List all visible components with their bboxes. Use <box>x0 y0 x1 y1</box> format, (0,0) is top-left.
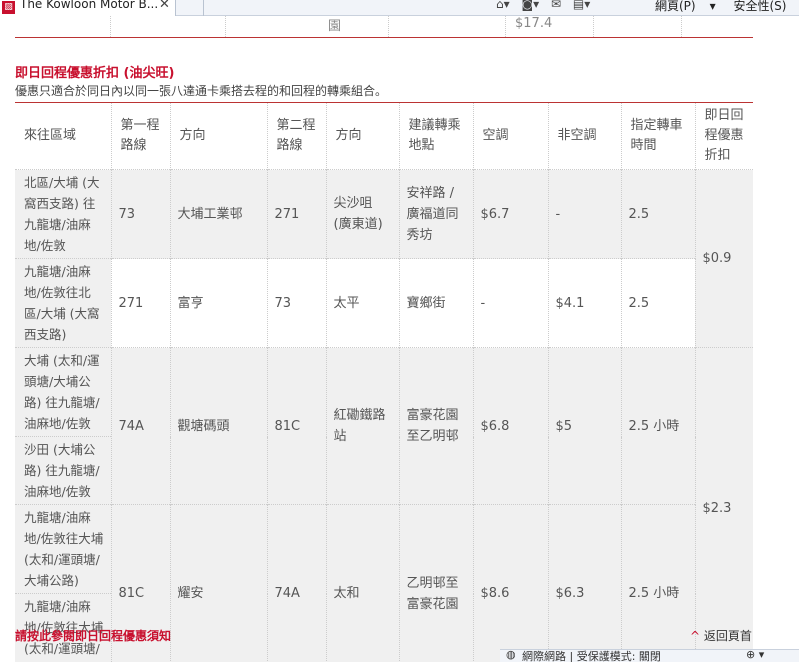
kmb-favicon-icon: ▨ <box>2 1 15 14</box>
print-icon[interactable]: ▤▾ <box>573 0 590 11</box>
header-direction1: 方向 <box>169 102 267 170</box>
cell-ac: $6.8 <box>472 347 548 505</box>
cell-ac: $6.7 <box>472 169 548 259</box>
section-note: 優惠只適合於同日內以同一張八達通卡乘搭去程的和回程的轉乘組合。 <box>15 84 388 98</box>
header-interchange: 建議轉乘地點 <box>398 102 473 170</box>
cell-route2: 74A <box>266 504 326 662</box>
home-icon[interactable]: ⌂▾ <box>496 0 510 11</box>
cell-direction1: 大埔工業邨 <box>169 169 267 259</box>
globe-icon: ◍ <box>506 648 516 661</box>
fare-table: 來往區域 第一程路線 方向 第二程路線 方向 建議轉乘地點 空調 非空調 指定轉… <box>15 102 753 662</box>
menu-safety[interactable]: 安全性(S)▾ <box>733 0 799 13</box>
header-nonac: 非空調 <box>547 102 621 170</box>
cell-ac: $8.6 <box>472 504 548 662</box>
browser-toolbar: ▨ The Kowloon Motor B... ✕ ⌂▾ ◙▾ ✉ ▤▾ 網頁… <box>0 0 799 16</box>
mail-icon[interactable]: ✉ <box>551 0 561 11</box>
cell-route2: 271 <box>266 169 326 259</box>
cell-direction1: 耀安 <box>169 504 267 662</box>
cell-route2: 81C <box>266 347 326 505</box>
cell-area: 大埔 (太和/運頭塘/大埔公路) 往九龍塘/油麻地/佐敦 <box>15 347 111 437</box>
cell-interchange: 安祥路 / 廣福道同秀坊 <box>398 169 473 259</box>
cell-discount: $0.9 <box>694 169 753 348</box>
back-to-top-link[interactable]: ^ 返回頁首 <box>690 627 752 644</box>
menu-page[interactable]: 網頁(P) ▾ <box>655 0 716 13</box>
cell-direction1: 富亨 <box>169 258 267 348</box>
cell-time: 2.5 <box>620 258 695 348</box>
back-to-top-label: 返回頁首 <box>703 629 752 643</box>
cell-direction2: 尖沙咀 (廣東道) <box>325 169 399 259</box>
header-route1: 第一程路線 <box>110 102 170 170</box>
header-route2: 第二程路線 <box>266 102 326 170</box>
cell-interchange: 乙明邨至富豪花園 <box>398 504 473 662</box>
cell-ac: - <box>472 258 548 348</box>
feeds-icon[interactable]: ◙▾ <box>521 0 539 11</box>
cell-area: 九龍塘/油麻地/佐敦往北區/大埔 (大窩西支路) <box>15 258 111 348</box>
table-row: 北區/大埔 (大窩西支路) 往九龍塘/油麻地/佐敦 73 大埔工業邨 271 尖… <box>15 169 753 348</box>
cell-time: 2.5 小時 <box>620 347 695 505</box>
cell-interchange: 寶鄉街 <box>398 258 473 348</box>
cell-nonac: $6.3 <box>547 504 621 662</box>
cell-discount: $2.3 <box>694 347 753 662</box>
header-ac: 空調 <box>472 102 548 170</box>
cell-time: 2.5 小時 <box>620 504 695 662</box>
cell-area: 九龍塘/油麻地/佐敦往大埔 (太和/運頭塘/大埔公路) <box>15 504 111 594</box>
cell-nonac: - <box>547 169 621 259</box>
cell-time: 2.5 <box>620 169 695 259</box>
notice-link[interactable]: 請按此參閱即日回程優惠須知 <box>15 627 171 644</box>
command-bar-icons: ⌂▾ ◙▾ ✉ ▤▾ <box>496 0 598 11</box>
header-discount: 即日回程優惠折扣 <box>694 102 753 170</box>
zoom-icon[interactable]: ⊕ ▾ <box>746 648 764 661</box>
previous-table-tail: 園 $17.4 <box>15 16 753 38</box>
cell-interchange: 富豪花園至乙明邨 <box>398 347 473 505</box>
tab-close-icon[interactable]: ✕ <box>159 0 170 12</box>
cell-area: 北區/大埔 (大窩西支路) 往九龍塘/油麻地/佐敦 <box>15 169 111 259</box>
cell-area: 沙田 (大埔公路) 往九龍塘/油麻地/佐敦 <box>15 436 111 505</box>
new-tab-button[interactable] <box>178 0 204 16</box>
cell-direction2: 紅磡鐵路站 <box>325 347 399 505</box>
status-text: 網際網路 | 受保護模式: 關閉 <box>522 650 661 662</box>
cell-direction2: 太平 <box>325 258 399 348</box>
table-row: 九龍塘/油麻地/佐敦往大埔 (太和/運頭塘/大埔公路) 81C 耀安 74A 太… <box>15 504 753 662</box>
cell-nonac: $5 <box>547 347 621 505</box>
table-row: 九龍塘/油麻地/佐敦往北區/大埔 (大窩西支路) 271 富亨 73 太平 寶鄉… <box>15 258 753 348</box>
tab-title: The Kowloon Motor B... <box>20 0 159 11</box>
table-row: 大埔 (太和/運頭塘/大埔公路) 往九龍塘/油麻地/佐敦 74A 觀塘碼頭 81… <box>15 347 753 662</box>
cell-route1: 73 <box>110 169 170 259</box>
header-area: 來往區域 <box>15 102 111 170</box>
section-title: 即日回程優惠折扣 (油尖旺) <box>15 66 175 81</box>
prev-cell-text: 園 <box>328 19 342 34</box>
cell-route1: 74A <box>110 347 170 505</box>
cell-route2: 73 <box>266 258 326 348</box>
prev-cell-price: $17.4 <box>515 16 553 31</box>
browser-tab[interactable]: ▨ The Kowloon Motor B... ✕ <box>0 0 176 16</box>
header-direction2: 方向 <box>325 102 399 170</box>
cell-route1: 271 <box>110 258 170 348</box>
cell-direction2: 太和 <box>325 504 399 662</box>
up-arrow-icon: ^ <box>690 629 701 643</box>
discount-value: $2.3 <box>702 501 732 516</box>
cell-nonac: $4.1 <box>547 258 621 348</box>
status-bar: ◍ 網際網路 | 受保護模式: 關閉 ⊕ ▾ <box>500 648 799 662</box>
cell-direction1: 觀塘碼頭 <box>169 347 267 505</box>
command-bar-menus: 網頁(P)▾ 安全性(S)▾ 工 <box>655 0 799 14</box>
header-time: 指定轉車時間 <box>620 102 695 170</box>
table-header-row: 來往區域 第一程路線 方向 第二程路線 方向 建議轉乘地點 空調 非空調 指定轉… <box>15 102 753 170</box>
